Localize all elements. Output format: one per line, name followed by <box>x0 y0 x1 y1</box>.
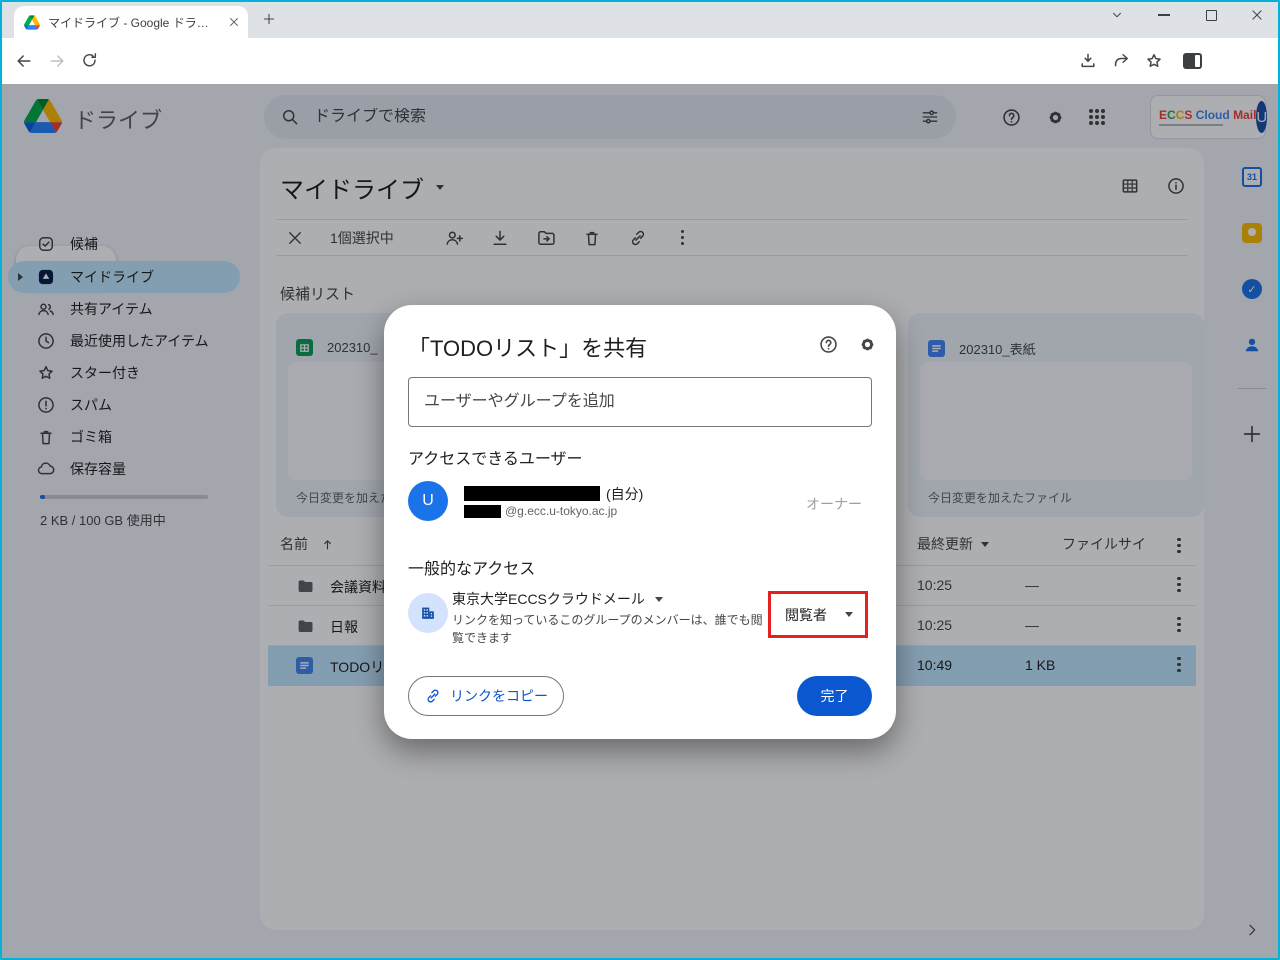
dialog-title: 「TODOリスト」を共有 <box>408 336 648 361</box>
bookmark-button[interactable] <box>1144 51 1164 76</box>
owner-email-redacted <box>464 505 501 518</box>
tab-title: マイドライブ - Google ドライブ <box>48 15 220 30</box>
group-avatar <box>408 593 448 633</box>
install-button[interactable] <box>1078 51 1098 76</box>
forward-button[interactable] <box>47 51 67 76</box>
maximize-button[interactable] <box>1197 1 1225 29</box>
help-icon <box>820 336 837 353</box>
people-with-access-header: アクセスできるユーザー <box>408 451 583 468</box>
group-access-dropdown[interactable]: 東京大学ECCSクラウドメール <box>452 589 663 609</box>
chevron-down-icon <box>1112 12 1122 18</box>
star-icon <box>1147 54 1161 67</box>
browser-tab[interactable]: マイドライブ - Google ドライブ <box>14 6 248 38</box>
dialog-settings-button[interactable] <box>857 334 878 360</box>
reload-button[interactable] <box>80 51 99 75</box>
share-dialog: 「TODOリスト」を共有 アクセスできるユーザー U (自分) @g.ecc.u… <box>384 305 896 739</box>
minimize-button[interactable] <box>1150 1 1178 29</box>
owner-email-domain: @g.ecc.u-tokyo.ac.jp <box>505 504 618 518</box>
forward-arrow-icon <box>50 55 64 67</box>
group-access-description: リンクを知っているこのグループのメンバーは、誰でも閲覧できます <box>452 613 763 645</box>
back-button[interactable] <box>14 51 34 76</box>
maximize-icon <box>1205 9 1217 21</box>
gear-icon <box>861 338 874 351</box>
done-button[interactable]: 完了 <box>797 676 872 716</box>
owner-avatar-initial: U <box>422 492 434 509</box>
copy-link-label: リンクをコピー <box>450 688 548 704</box>
side-panel-icon-pane <box>1195 55 1200 67</box>
address-bar: drive.google.com/drive/my-drive U <box>0 38 1280 114</box>
tab-search-button[interactable] <box>1103 1 1131 29</box>
close-window-button[interactable] <box>1243 1 1271 29</box>
role-dropdown-button[interactable] <box>768 591 868 638</box>
group-name: 東京大学ECCSクラウドメール <box>452 591 645 607</box>
download-page-icon <box>1081 53 1095 68</box>
browser-window: マイドライブ - Google ドライブ drive.google.com/dr… <box>0 0 1280 960</box>
general-access-header: 一般的なアクセス <box>408 561 536 578</box>
owner-name-redacted <box>464 486 600 501</box>
tab-strip: マイドライブ - Google ドライブ <box>0 0 1280 38</box>
minimize-icon <box>1158 14 1170 16</box>
copy-link-button[interactable]: リンクをコピー <box>408 676 564 716</box>
reload-icon <box>83 53 97 67</box>
close-icon <box>1252 10 1262 20</box>
link-icon <box>427 689 439 703</box>
dialog-help-button[interactable] <box>818 334 839 360</box>
tab-close-icon[interactable] <box>228 16 240 28</box>
drive-favicon-icon <box>24 14 40 30</box>
share-icon <box>1114 54 1128 67</box>
new-tab-button[interactable] <box>262 12 276 31</box>
done-label: 完了 <box>820 688 849 704</box>
back-arrow-icon <box>17 55 31 67</box>
add-people-input[interactable] <box>408 377 872 427</box>
owner-self-label: (自分) <box>606 486 644 502</box>
share-button[interactable] <box>1111 51 1131 76</box>
plus-icon <box>263 13 275 25</box>
caret-down-icon <box>654 596 663 602</box>
building-icon <box>422 607 434 619</box>
owner-role-label: オーナー <box>806 496 862 512</box>
side-panel-icon[interactable] <box>1183 53 1202 69</box>
owner-avatar: U <box>408 481 448 521</box>
